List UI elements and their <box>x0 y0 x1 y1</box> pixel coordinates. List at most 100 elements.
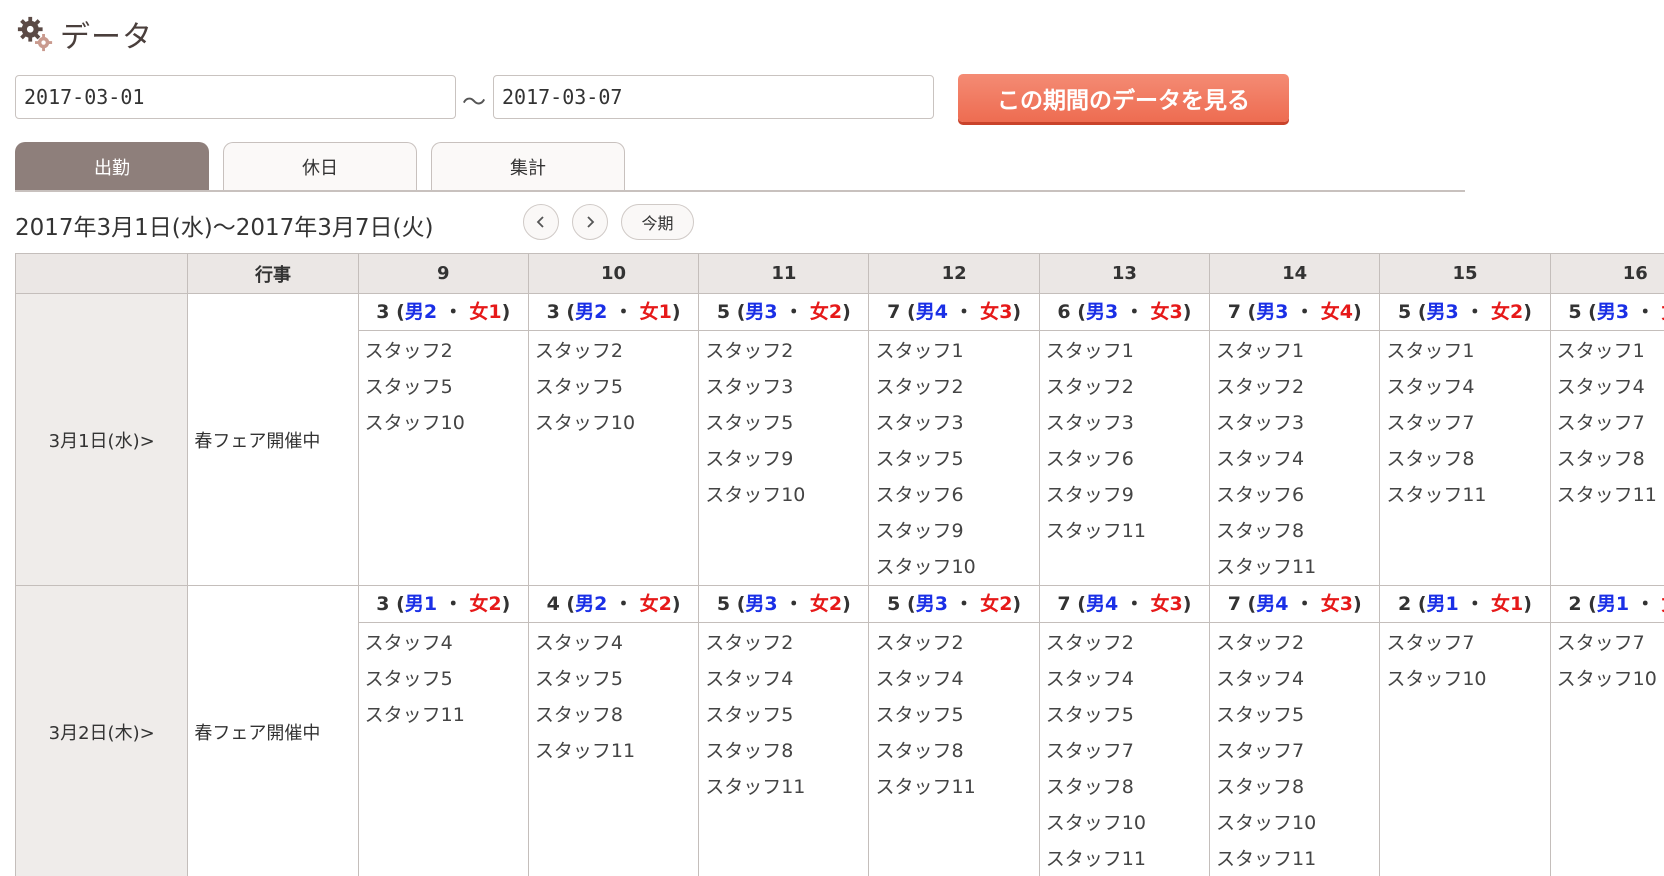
staff-item: スタッフ5 <box>1045 704 1134 726</box>
staff-list: スタッフ1 スタッフ4 スタッフ7 スタッフ8 スタッフ11 <box>1551 331 1664 513</box>
staff-item: スタッフ5 <box>364 668 453 690</box>
staff-item: スタッフ9 <box>705 448 794 470</box>
staff-list: スタッフ2 スタッフ5 スタッフ10 <box>359 331 528 441</box>
female-count: 2 <box>999 593 1013 615</box>
tab-summary[interactable]: 集計 <box>431 142 625 190</box>
male-label: 男 <box>1596 301 1616 323</box>
hour-slot: 3 (男2 ・ 女1) スタッフ2 スタッフ5 スタッフ10 <box>357 293 529 586</box>
staff-item: スタッフ11 <box>534 740 636 762</box>
staff-item: スタッフ10 <box>364 412 465 434</box>
female-count: 2 <box>828 593 843 615</box>
male-label: 男 <box>1085 593 1105 615</box>
male-count: 3 <box>1615 301 1630 323</box>
page-header: データ <box>16 14 153 55</box>
page-title: データ <box>60 20 153 55</box>
hour-slot: 7 (男4 ・ 女3) スタッフ1 スタッフ2 スタッフ3 スタッフ5 スタッフ6 スタッフ… <box>868 293 1040 586</box>
staff-list: スタッフ1 スタッフ2 スタッフ3 スタッフ5 スタッフ6 スタッフ9 スタッフ10 <box>869 331 1038 585</box>
staff-list: スタッフ2 スタッフ4 スタッフ5 スタッフ8 スタッフ11 <box>869 623 1038 805</box>
staff-item: スタッフ4 <box>1556 376 1645 398</box>
slot-summary: 7 (男3 ・ 女4) <box>1210 294 1380 331</box>
schedule-table: 行事 9 10 11 12 13 14 15 16 3月1日(水)> 春フェア開催中 3 (男2 ・… <box>15 253 1664 876</box>
slot-summary: 3 (男2 ・ 女1) <box>528 294 699 331</box>
slot-summary: 4 (男2 ・ 女2) <box>528 586 699 623</box>
staff-item: スタッフ7 <box>1216 740 1305 762</box>
staff-item: スタッフ10 <box>705 484 806 506</box>
male-count: 4 <box>1275 593 1289 615</box>
current-period-button[interactable]: 今期 <box>621 204 694 240</box>
staff-item: スタッフ11 <box>875 776 976 798</box>
date-from-input[interactable] <box>15 75 456 119</box>
hour-slot: 4 (男2 ・ 女2) スタッフ4 スタッフ5 スタッフ8 スタッフ11 <box>527 585 700 876</box>
header-hour: 9 <box>357 253 529 294</box>
female-count: 1 <box>658 301 672 323</box>
day-link[interactable]: 3月2日(木)> <box>15 585 189 876</box>
staff-item: スタッフ11 <box>1045 520 1146 542</box>
staff-list: スタッフ4 スタッフ5 スタッフ11 <box>359 623 528 733</box>
header-event: 行事 <box>187 253 359 294</box>
tab-bar: 出勤 休日 集計 <box>15 142 1465 192</box>
female-count: 3 <box>1339 593 1353 615</box>
female-count: 4 <box>1339 301 1353 323</box>
slot-summary: 5 (男3 ・ 女2) <box>1380 294 1550 331</box>
staff-item: スタッフ5 <box>364 376 453 398</box>
female-label: 女 <box>469 301 489 323</box>
male-count: 3 <box>1445 301 1459 323</box>
staff-list: スタッフ7 スタッフ10 <box>1380 623 1549 697</box>
prev-period-button[interactable] <box>523 204 559 240</box>
female-label: 女 <box>1150 593 1170 615</box>
header-hour: 16 <box>1549 253 1664 294</box>
staff-item: スタッフ11 <box>364 704 465 726</box>
slot-summary: 5 (男3 ・ 女2) <box>699 294 869 331</box>
staff-item: スタッフ1 <box>1556 340 1645 362</box>
hour-slot: 7 (男3 ・ 女4) スタッフ1 スタッフ2 スタッフ3 スタッフ4 スタッフ6 スタッフ… <box>1209 293 1381 586</box>
staff-item: スタッフ2 <box>1045 376 1134 398</box>
staff-item: スタッフ2 <box>1216 376 1305 398</box>
slot-summary: 5 (男3 ・ 女2) <box>869 586 1039 623</box>
slot-summary: 2 (男1 ・ 女1) <box>1550 586 1664 623</box>
staff-item: スタッフ10 <box>1556 668 1657 690</box>
staff-item: スタッフ8 <box>1386 448 1475 470</box>
staff-item: スタッフ5 <box>875 448 964 470</box>
staff-item: スタッフ9 <box>875 520 964 542</box>
female-count: 3 <box>999 301 1013 323</box>
view-period-button[interactable]: この期間のデータを見る <box>958 74 1289 122</box>
tab-attendance[interactable]: 出勤 <box>15 142 209 190</box>
staff-item: スタッフ10 <box>534 412 636 434</box>
staff-item: スタッフ3 <box>705 376 794 398</box>
header-hour: 13 <box>1038 253 1211 294</box>
next-period-button[interactable] <box>572 204 608 240</box>
staff-item: スタッフ11 <box>1386 484 1487 506</box>
female-label: 女 <box>980 301 1000 323</box>
female-count: 2 <box>1510 301 1524 323</box>
hour-slot: 5 (男3 ・ 女2) スタッフ2 スタッフ4 スタッフ5 スタッフ8 スタッフ11 <box>698 585 870 876</box>
male-count: 1 <box>423 593 438 615</box>
slot-summary: 2 (男1 ・ 女1) <box>1380 586 1550 623</box>
female-count: 1 <box>1510 593 1524 615</box>
hour-slot: 5 (男3 ・ 女2) スタッフ2 スタッフ3 スタッフ5 スタッフ9 スタッフ10 <box>698 293 870 586</box>
staff-item: スタッフ2 <box>875 632 964 654</box>
male-label: 男 <box>1085 301 1105 323</box>
staff-item: スタッフ8 <box>1216 776 1305 798</box>
staff-item: スタッフ11 <box>1045 848 1146 870</box>
staff-item: スタッフ7 <box>1386 412 1475 434</box>
female-label: 女 <box>639 301 659 323</box>
male-label: 男 <box>575 301 595 323</box>
tab-holiday[interactable]: 休日 <box>223 142 417 190</box>
staff-item: スタッフ11 <box>1216 556 1317 578</box>
header-hour: 10 <box>527 253 700 294</box>
day-link[interactable]: 3月1日(水)> <box>15 293 189 586</box>
staff-item: スタッフ3 <box>1045 412 1134 434</box>
date-to-input[interactable] <box>493 75 934 119</box>
staff-item: スタッフ4 <box>1386 376 1475 398</box>
staff-item: スタッフ5 <box>534 376 624 398</box>
staff-list: スタッフ1 スタッフ2 スタッフ3 スタッフ4 スタッフ6 スタッフ8 スタッフ11 <box>1210 331 1379 585</box>
staff-item: スタッフ9 <box>1045 484 1134 506</box>
staff-item: スタッフ7 <box>1556 412 1645 434</box>
staff-list: スタッフ2 スタッフ4 スタッフ5 スタッフ8 スタッフ11 <box>699 623 868 805</box>
staff-item: スタッフ7 <box>1556 632 1645 654</box>
male-label: 男 <box>404 593 424 615</box>
male-label: 男 <box>915 593 935 615</box>
staff-item: スタッフ7 <box>1045 740 1134 762</box>
male-label: 男 <box>575 593 595 615</box>
hour-slot: 3 (男2 ・ 女1) スタッフ2 スタッフ5 スタッフ10 <box>527 293 700 586</box>
